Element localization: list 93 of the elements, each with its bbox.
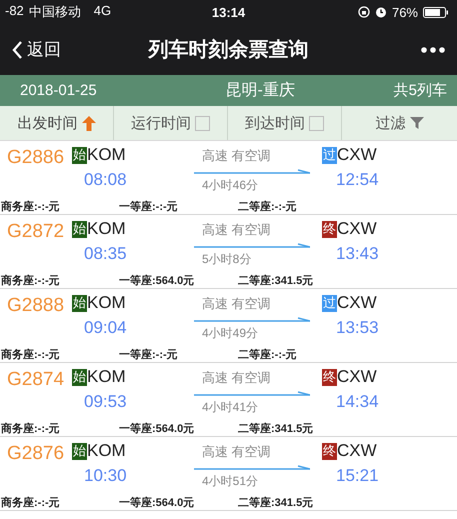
carrier-name: 中国移动 xyxy=(28,3,81,21)
seat-price: 二等座:341.5元 xyxy=(238,274,314,288)
train-number: G2886 xyxy=(7,146,66,170)
arrival-time: 13:43 xyxy=(335,244,380,264)
station-code: CXW xyxy=(337,293,377,313)
arrow-icon xyxy=(194,169,310,175)
seat-price: 商务座:-:-元 xyxy=(1,496,61,510)
arrow-icon xyxy=(194,465,310,471)
train-count: 共5列车 xyxy=(394,81,447,100)
train-item[interactable]: G2872 始KOM 08:35 高速 有空调 5小时8分 终CXW 13:43 商务座:-:-元 一等座:564.0元 二等座:341.5元 xyxy=(0,215,457,289)
battery-percent: 76% xyxy=(392,4,418,20)
arrow-icon xyxy=(194,243,310,249)
train-item[interactable]: G2888 始KOM 09:04 高速 有空调 4小时49分 过CXW 13:53 商务座:-:-元 一等座:-:-元 二等座:-:-元 xyxy=(0,289,457,363)
train-item[interactable]: G2886 始KOM 08:08 高速 有空调 4小时46分 过CXW 12:54 商务座:-:-元 一等座:-:-元 二等座:-:-元 xyxy=(0,141,457,215)
seat-price: 一等座:564.0元 xyxy=(119,422,196,436)
filter-icon xyxy=(410,117,424,129)
sort-button[interactable]: 到达时间 xyxy=(228,106,342,140)
train-type: 高速 有空调 xyxy=(201,369,272,387)
arrival-time: 12:54 xyxy=(335,170,380,190)
travel-duration: 4小时51分 xyxy=(201,473,260,490)
train-type: 高速 有空调 xyxy=(201,221,272,239)
battery-icon xyxy=(423,6,449,18)
train-type: 高速 有空调 xyxy=(201,443,272,461)
train-number: G2872 xyxy=(7,220,66,244)
station-code: CXW xyxy=(337,367,377,387)
station-code: CXW xyxy=(337,441,377,461)
clock-time: 13:14 xyxy=(212,4,246,20)
sort-button[interactable]: 出发时间 xyxy=(0,106,114,140)
station-badge: 始 xyxy=(72,294,87,312)
checkbox-icon xyxy=(309,116,324,130)
travel-duration: 4小时49分 xyxy=(201,325,260,342)
seat-price: 一等座:564.0元 xyxy=(119,274,196,288)
train-number: G2874 xyxy=(7,368,66,392)
arrow-up-icon xyxy=(82,116,96,130)
train-type: 高速 有空调 xyxy=(201,147,272,165)
station-code: KOM xyxy=(87,293,126,313)
more-icon xyxy=(421,46,445,52)
seat-price: 商务座:-:-元 xyxy=(1,422,61,436)
station-code: CXW xyxy=(337,145,377,165)
station-badge: 终 xyxy=(322,368,337,386)
train-number: G2876 xyxy=(7,442,66,466)
route-label: 昆明-重庆 xyxy=(226,80,295,101)
seat-price: 二等座:341.5元 xyxy=(238,422,314,436)
station-badge: 终 xyxy=(322,442,337,460)
checkbox-icon xyxy=(195,116,210,130)
seat-price: 商务座:-:-元 xyxy=(1,200,61,214)
arrival-time: 15:21 xyxy=(335,466,380,486)
train-item[interactable]: G2876 始KOM 10:30 高速 有空调 4小时51分 终CXW 15:21 商务座:-:-元 一等座:564.0元 二等座:341.5元 xyxy=(0,437,457,511)
station-code: KOM xyxy=(87,441,126,461)
chevron-left-icon xyxy=(12,40,23,60)
station-badge: 始 xyxy=(72,146,87,164)
seat-price: 一等座:-:-元 xyxy=(119,200,179,214)
seat-price: 商务座:-:-元 xyxy=(1,274,61,288)
seat-price: 二等座:-:-元 xyxy=(238,200,298,214)
network-type: 4G xyxy=(94,3,112,20)
sort-button[interactable]: 运行时间 xyxy=(114,106,228,140)
departure-time: 09:53 xyxy=(83,392,128,412)
station-code: KOM xyxy=(87,145,126,165)
seat-price: 一等座:-:-元 xyxy=(119,348,179,362)
seat-price: 一等座:564.0元 xyxy=(119,496,196,510)
rotation-lock-icon xyxy=(358,6,370,18)
departure-time: 08:08 xyxy=(83,170,128,190)
arrival-time: 13:53 xyxy=(335,318,380,338)
station-badge: 过 xyxy=(322,146,337,164)
seat-price: 二等座:341.5元 xyxy=(238,496,314,510)
arrival-time: 14:34 xyxy=(335,392,380,412)
train-number: G2888 xyxy=(7,294,66,318)
train-type: 高速 有空调 xyxy=(201,295,272,313)
seat-price: 商务座:-:-元 xyxy=(1,348,61,362)
signal-strength: -82 xyxy=(5,3,24,20)
departure-time: 09:04 xyxy=(83,318,128,338)
station-badge: 始 xyxy=(72,220,87,238)
travel-duration: 5小时8分 xyxy=(201,251,252,268)
page-title: 列车时刻余票查询 xyxy=(148,38,308,63)
alarm-icon xyxy=(374,6,387,18)
station-badge: 始 xyxy=(72,368,87,386)
departure-time: 08:35 xyxy=(83,244,128,264)
station-badge: 终 xyxy=(322,220,337,238)
station-badge: 过 xyxy=(322,294,337,312)
travel-duration: 4小时46分 xyxy=(201,177,260,194)
station-code: KOM xyxy=(87,219,126,239)
seat-price: 二等座:-:-元 xyxy=(238,348,298,362)
station-code: KOM xyxy=(87,367,126,387)
departure-time: 10:30 xyxy=(83,466,128,486)
arrow-icon xyxy=(194,317,310,323)
back-button[interactable]: 返回 xyxy=(12,38,61,61)
date-label: 2018-01-25 xyxy=(20,82,97,99)
station-code: CXW xyxy=(337,219,377,239)
train-item[interactable]: G2874 始KOM 09:53 高速 有空调 4小时41分 终CXW 14:34 商务座:-:-元 一等座:564.0元 二等座:341.5元 xyxy=(0,363,457,437)
travel-duration: 4小时41分 xyxy=(201,399,260,416)
station-badge: 始 xyxy=(72,442,87,460)
arrow-icon xyxy=(194,391,310,397)
filter-button[interactable]: 过滤 xyxy=(342,106,457,140)
